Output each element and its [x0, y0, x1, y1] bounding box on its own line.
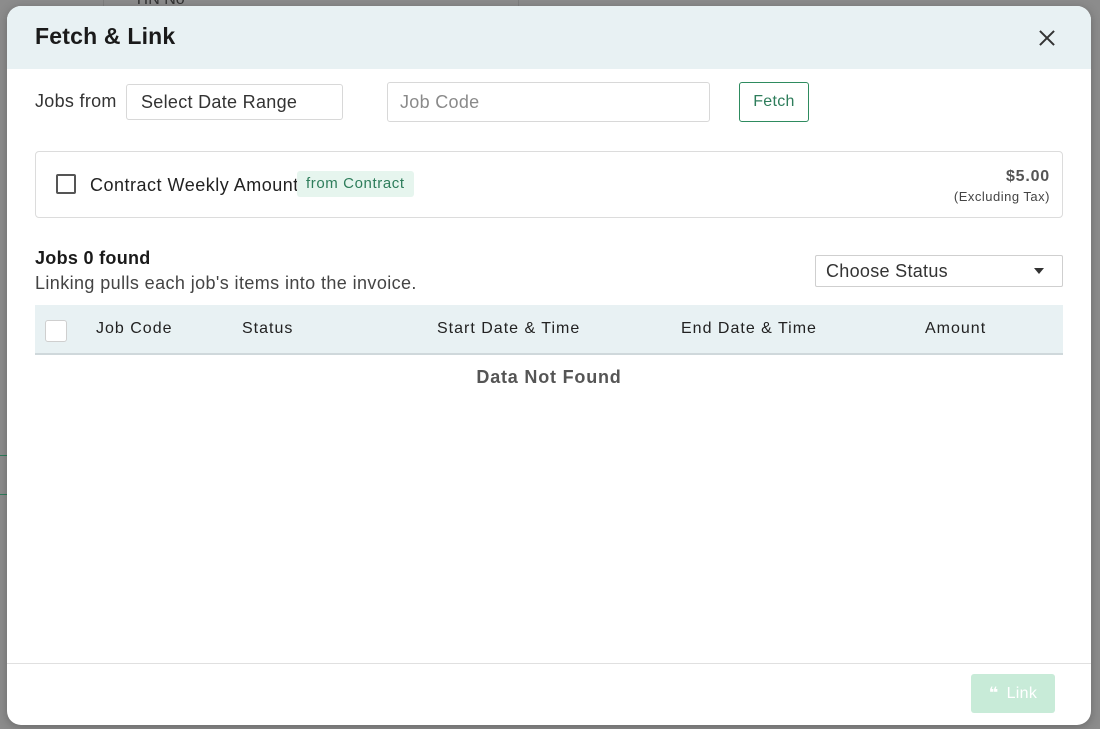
job-code-input[interactable] [387, 82, 710, 122]
contract-weekly-amount-card: Contract Weekly Amount from Contract $5.… [35, 151, 1063, 218]
fetch-button[interactable]: Fetch [739, 82, 809, 122]
status-select[interactable]: Choose Status [815, 255, 1063, 287]
link-button[interactable]: ❝ Link [971, 674, 1055, 713]
select-all-checkbox[interactable] [45, 320, 67, 342]
column-header-end-date[interactable]: End Date & Time [681, 320, 817, 338]
jobs-found-count: Jobs 0 found [35, 248, 151, 268]
column-header-amount[interactable]: Amount [925, 320, 986, 338]
close-icon[interactable] [1031, 22, 1063, 54]
contract-amount: $5.00 [1005, 168, 1050, 185]
empty-table-message: Data Not Found [476, 367, 622, 387]
status-select-value: Choose Status [826, 261, 948, 281]
jobs-from-label: Jobs from [35, 91, 117, 111]
jobs-table-header: Job Code Status Start Date & Time End Da… [35, 305, 1063, 355]
link-icon: ❝ [988, 685, 999, 702]
modal-title: Fetch & Link [35, 23, 176, 49]
link-button-label: Link [1006, 685, 1038, 702]
contract-amount-note: (Excluding Tax) [953, 189, 1050, 204]
contract-label: Contract Weekly Amount [90, 175, 299, 195]
fetch-link-modal: Fetch & Link Jobs from Select Date Range… [7, 6, 1091, 725]
date-range-picker[interactable]: Select Date Range [126, 84, 343, 120]
column-header-start-date[interactable]: Start Date & Time [437, 320, 580, 338]
contract-source-badge: from Contract [297, 171, 414, 197]
column-header-status[interactable]: Status [242, 320, 293, 338]
contract-checkbox[interactable] [56, 174, 76, 194]
column-header-job-code[interactable]: Job Code [96, 320, 173, 338]
footer-divider [7, 663, 1091, 664]
linking-note: Linking pulls each job's items into the … [35, 273, 417, 293]
modal-header: Fetch & Link [7, 6, 1091, 69]
chevron-down-icon [1034, 268, 1044, 274]
